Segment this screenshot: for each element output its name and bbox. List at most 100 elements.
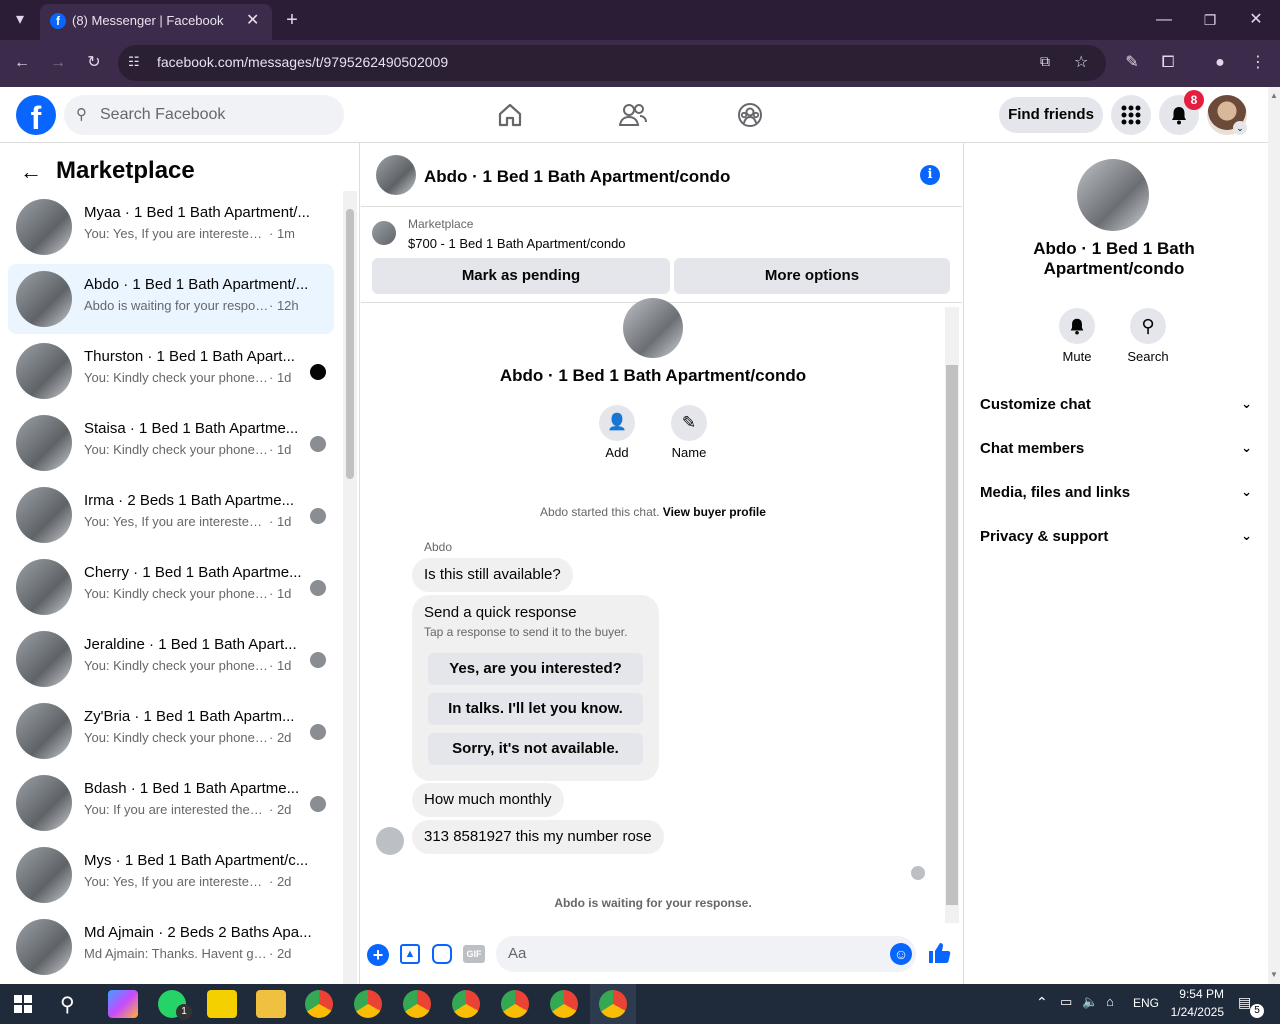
info-icon[interactable]: i (920, 165, 940, 185)
account-chevron-icon[interactable]: ⌄ (1233, 121, 1247, 135)
address-bar[interactable]: ☷ facebook.com/messages/t/97952624905020… (118, 45, 1106, 81)
list-scroll-thumb[interactable] (346, 209, 354, 479)
back-arrow-icon[interactable]: ← (20, 159, 42, 185)
search-bar[interactable]: ⚲ Search Facebook (64, 95, 344, 135)
conversation-item[interactable]: Mys · 1 Bed 1 Bath Apartment/c... You: Ye… (8, 840, 334, 910)
chrome-menu-icon[interactable]: ⋮ (1242, 47, 1274, 79)
emoji-icon[interactable]: ☺ (890, 943, 912, 965)
search-in-chat-icon[interactable]: ⚲ (1130, 308, 1166, 344)
copilot-icon[interactable] (108, 990, 138, 1018)
message-bubble[interactable]: 313 8581927 this my number rose (412, 820, 664, 854)
bookmark-star-icon[interactable]: ☆ (1074, 52, 1088, 72)
taskbar-search-icon[interactable]: ⚲ (60, 992, 75, 1017)
conversation-item[interactable]: Zy'Bria · 1 Bed 1 Bath Apartm... You: Kin… (8, 696, 334, 766)
back-icon[interactable]: ← (6, 47, 38, 79)
home-icon[interactable] (496, 101, 528, 129)
browser-tab[interactable]: f (8) Messenger | Facebook ✕ (40, 4, 272, 40)
details-avatar[interactable] (1077, 159, 1149, 231)
conversation-item[interactable]: Abdo · 1 Bed 1 Bath Apartment/... Abdo is… (8, 264, 334, 334)
forward-icon[interactable]: → (42, 47, 74, 79)
battery-icon[interactable]: ▭ (1060, 994, 1072, 1010)
quick-reply-in-talks[interactable]: In talks. I'll let you know. (428, 693, 643, 725)
chrome-icon[interactable] (550, 990, 578, 1018)
notification-center-badge: 5 (1250, 1004, 1264, 1018)
conversation-item[interactable]: Bdash · 1 Bed 1 Bath Apartme... You: If y… (8, 768, 334, 838)
quick-response-card: Send a quick response Tap a response to … (412, 595, 659, 781)
conversation-avatar (16, 487, 72, 543)
more-actions-icon[interactable]: + (367, 944, 389, 966)
minimize-icon[interactable]: — (1148, 4, 1180, 36)
friends-icon[interactable] (618, 101, 650, 129)
chat-avatar[interactable] (376, 155, 416, 195)
tab-close-icon[interactable]: ✕ (246, 10, 259, 30)
file-explorer-icon[interactable] (256, 990, 286, 1018)
sticky-notes-icon[interactable] (207, 990, 237, 1018)
mute-bell-icon[interactable] (1059, 308, 1095, 344)
mark-pending-button[interactable]: Mark as pending (372, 258, 670, 294)
tab-search-icon[interactable]: ▾ (4, 4, 36, 36)
install-icon[interactable]: ⧉ (1040, 53, 1050, 70)
list-scrollbar[interactable] (343, 191, 357, 984)
page-scrollbar[interactable]: ▲ ▼ (1268, 87, 1280, 984)
extensions-icon[interactable]: ⧠ (1152, 47, 1184, 79)
restore-icon[interactable]: ❐ (1194, 4, 1226, 36)
conversation-item[interactable]: Cherry · 1 Bed 1 Bath Apartme... You: Kin… (8, 552, 334, 622)
language-indicator[interactable]: ENG (1133, 996, 1159, 1010)
listing-price[interactable]: $700 - 1 Bed 1 Bath Apartment/condo (408, 236, 626, 251)
sticker-icon[interactable] (432, 944, 452, 964)
chat-scroll-thumb[interactable] (946, 365, 958, 905)
site-info-icon[interactable]: ☷ (128, 54, 140, 70)
quick-reply-interested[interactable]: Yes, are you interested? (428, 653, 643, 685)
reload-icon[interactable]: ↻ (78, 47, 110, 79)
chrome-icon[interactable] (403, 990, 431, 1018)
tray-chevron-icon[interactable]: ⌃ (1036, 994, 1048, 1011)
message-bubble[interactable]: How much monthly (412, 783, 564, 817)
chrome-icon[interactable] (305, 990, 333, 1018)
conversation-item[interactable]: Irma · 2 Beds 1 Bath Apartme... You: Yes,… (8, 480, 334, 550)
thumbs-up-icon[interactable] (927, 941, 951, 971)
customize-chat-section[interactable]: Customize chat ⌄ (980, 396, 1252, 413)
add-person-icon[interactable]: 👤 (599, 405, 635, 441)
clock-date[interactable]: 1/24/2025 (1164, 1005, 1224, 1019)
facebook-logo[interactable]: f (16, 95, 56, 136)
chrome-icon[interactable] (452, 990, 480, 1018)
chrome-icon[interactable] (599, 990, 627, 1018)
chrome-icon[interactable] (501, 990, 529, 1018)
volume-icon[interactable]: 🔈 (1082, 994, 1098, 1010)
profile-icon[interactable]: ● (1204, 47, 1236, 79)
view-buyer-profile-link[interactable]: View buyer profile (663, 505, 766, 519)
network-icon[interactable]: ⌂ (1106, 994, 1114, 1009)
message-bubble[interactable]: Is this still available? (412, 558, 573, 592)
windows-start-icon[interactable] (14, 995, 32, 1013)
gif-icon[interactable]: GIF (463, 945, 485, 963)
more-options-button[interactable]: More options (674, 258, 950, 294)
sender-avatar[interactable] (376, 827, 404, 855)
listing-thumb[interactable] (372, 221, 396, 245)
new-tab-icon[interactable]: + (276, 4, 308, 36)
profile-avatar[interactable] (623, 298, 683, 358)
clock-time[interactable]: 9:54 PM (1164, 987, 1224, 1001)
privacy-support-section[interactable]: Privacy & support ⌄ (980, 528, 1252, 545)
listing-bar: Marketplace $700 - 1 Bed 1 Bath Apartmen… (361, 207, 962, 303)
chat-scrollbar[interactable] (945, 307, 959, 923)
find-friends-button[interactable]: Find friends (999, 97, 1103, 133)
message-input[interactable]: Aa ☺ (496, 936, 916, 972)
scroll-down-icon[interactable]: ▼ (1270, 970, 1278, 979)
media-files-section[interactable]: Media, files and links ⌄ (980, 484, 1252, 501)
chrome-icon[interactable] (354, 990, 382, 1018)
edit-name-icon[interactable]: ✎ (671, 405, 707, 441)
window-close-icon[interactable]: ✕ (1240, 4, 1272, 36)
conversation-item[interactable]: Md Ajmain · 2 Beds 2 Baths Apa... Md Ajma… (8, 912, 334, 982)
chat-members-section[interactable]: Chat members ⌄ (980, 440, 1252, 457)
photo-icon[interactable]: ▲ (400, 944, 420, 964)
chat-title[interactable]: Abdo · 1 Bed 1 Bath Apartment/condo (424, 167, 730, 187)
scroll-up-icon[interactable]: ▲ (1270, 91, 1278, 100)
conversation-item[interactable]: Staisa · 1 Bed 1 Bath Apartme... You: Kin… (8, 408, 334, 478)
conversation-item[interactable]: Jeraldine · 1 Bed 1 Bath Apart... You: Ki… (8, 624, 334, 694)
groups-icon[interactable] (736, 101, 768, 129)
conversation-item[interactable]: Myaa · 1 Bed 1 Bath Apartment/... You: Ye… (8, 192, 334, 262)
pen-icon[interactable]: ✎ (1116, 47, 1148, 79)
quick-reply-not-available[interactable]: Sorry, it's not available. (428, 733, 643, 765)
conversation-item[interactable]: Thurston · 1 Bed 1 Bath Apart... You: Kin… (8, 336, 334, 406)
menu-grid-icon[interactable] (1111, 95, 1151, 135)
